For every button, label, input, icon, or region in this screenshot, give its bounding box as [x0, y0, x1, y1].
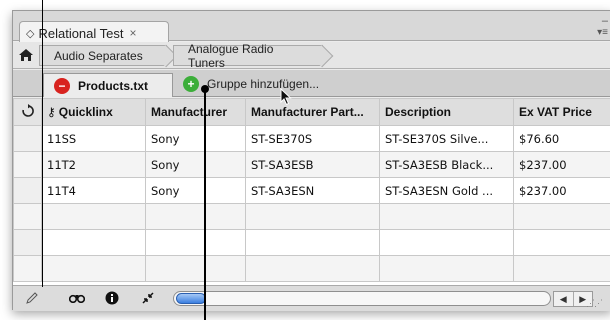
table-cell[interactable]: [145, 229, 246, 256]
table-row[interactable]: 11SS Sony ST-SE370S ST-SE370S Silve... $…: [13, 125, 610, 152]
column-header-description[interactable]: Description: [379, 98, 514, 126]
column-header-quicklinx[interactable]: ⚷ Quicklinx: [41, 98, 146, 126]
table-cell[interactable]: [245, 229, 380, 256]
data-table: ⚷ Quicklinx Manufacturer Manufacturer Par…: [13, 98, 610, 285]
remove-icon[interactable]: −: [54, 77, 70, 94]
scroll-left-icon[interactable]: ◀: [554, 292, 574, 306]
table-cell[interactable]: $237.00: [513, 151, 610, 178]
minimize-icon[interactable]: –: [602, 15, 608, 27]
table-cell[interactable]: [41, 229, 146, 256]
column-header-ex-vat-price[interactable]: Ex VAT Price: [513, 98, 610, 126]
table-cell[interactable]: 11SS: [41, 125, 146, 152]
table-cell[interactable]: $76.60: [513, 125, 610, 152]
table-cell[interactable]: ST-SE370S Silve...: [379, 125, 514, 152]
row-header[interactable]: [13, 125, 42, 152]
add-icon: +: [183, 76, 199, 92]
table-cell[interactable]: [513, 229, 610, 256]
table-cell[interactable]: ST-SA3ESB Black...: [379, 151, 514, 178]
row-header[interactable]: [13, 255, 42, 282]
collapse-icon[interactable]: [141, 291, 155, 308]
resize-grip-icon[interactable]: ⋰⋰: [586, 298, 603, 309]
table-cell[interactable]: 11T4: [41, 177, 146, 204]
key-icon: ⚷: [47, 105, 56, 119]
binoculars-icon[interactable]: [68, 291, 86, 306]
refresh-icon[interactable]: [13, 98, 42, 126]
table-cell[interactable]: 11T2: [41, 151, 146, 178]
table-cell[interactable]: [245, 203, 380, 230]
table-cell[interactable]: [245, 255, 380, 282]
panel-menu-icon[interactable]: ▾≡: [597, 27, 608, 38]
bottom-toolbar: ◀ ▶ ⋰⋰: [13, 285, 610, 311]
info-icon[interactable]: [105, 291, 119, 308]
row-header[interactable]: [13, 203, 42, 230]
row-header[interactable]: [13, 177, 42, 204]
table-row[interactable]: 11T2 Sony ST-SA3ESB ST-SA3ESB Black... $…: [13, 151, 610, 178]
breadcrumb: Audio Separates Analogue Radio Tuners: [13, 42, 610, 70]
callout-dot: [201, 85, 209, 93]
table-cell[interactable]: [513, 255, 610, 282]
horizontal-scrollbar[interactable]: [173, 291, 551, 306]
panel: ◇ Relational Test × – ▾≡ Audio Separates…: [12, 10, 610, 311]
panel-tab-bar: ◇ Relational Test × – ▾≡: [13, 11, 610, 42]
tab-products[interactable]: − Products.txt: [43, 73, 173, 97]
table-cell[interactable]: [145, 255, 246, 282]
add-group-label: Gruppe hinzufügen...: [207, 77, 320, 91]
table-cell[interactable]: Sony: [145, 177, 246, 204]
table-header-row: ⚷ Quicklinx Manufacturer Manufacturer Par…: [13, 98, 610, 126]
table-row[interactable]: [13, 255, 610, 282]
column-header-manufacturer-part[interactable]: Manufacturer Part...: [245, 98, 380, 126]
table-cell[interactable]: [379, 229, 514, 256]
table-cell[interactable]: [41, 255, 146, 282]
table-cell[interactable]: [41, 203, 146, 230]
table-row[interactable]: [13, 203, 610, 230]
callout-line: [42, 0, 43, 287]
table-cell[interactable]: [145, 203, 246, 230]
table-cell[interactable]: [379, 255, 514, 282]
document-tabs: − Products.txt + Gruppe hinzufügen...: [13, 70, 610, 97]
table-cell[interactable]: ST-SA3ESB: [245, 151, 380, 178]
table-row[interactable]: [13, 229, 610, 256]
table-cell[interactable]: Sony: [145, 151, 246, 178]
table-cell[interactable]: [379, 203, 514, 230]
tab-products-label: Products.txt: [78, 78, 149, 93]
table-cell[interactable]: ST-SA3ESN: [245, 177, 380, 204]
callout-line: [204, 88, 206, 320]
row-header[interactable]: [13, 229, 42, 256]
table-cell[interactable]: ST-SE370S: [245, 125, 380, 152]
table-cell[interactable]: ST-SA3ESN Gold ...: [379, 177, 514, 204]
table-cell[interactable]: [513, 203, 610, 230]
table-row[interactable]: 11T4 Sony ST-SA3ESN ST-SA3ESN Gold ... $…: [13, 177, 610, 204]
pencil-icon[interactable]: [25, 291, 39, 308]
panel-tab-title: Relational Test: [38, 25, 124, 41]
close-icon[interactable]: ×: [130, 26, 137, 40]
breadcrumb-item-analogue-radio-tuners[interactable]: Analogue Radio Tuners: [173, 42, 323, 70]
scrollbar-thumb[interactable]: [176, 293, 206, 304]
table-cell[interactable]: Sony: [145, 125, 246, 152]
diamond-icon: ◇: [26, 27, 35, 40]
table-cell[interactable]: $237.00: [513, 177, 610, 204]
column-header-manufacturer[interactable]: Manufacturer: [145, 98, 246, 126]
row-header[interactable]: [13, 151, 42, 178]
breadcrumb-item-audio-separates[interactable]: Audio Separates: [39, 45, 167, 66]
home-icon[interactable]: [15, 45, 37, 65]
mouse-cursor-icon: [280, 87, 292, 109]
